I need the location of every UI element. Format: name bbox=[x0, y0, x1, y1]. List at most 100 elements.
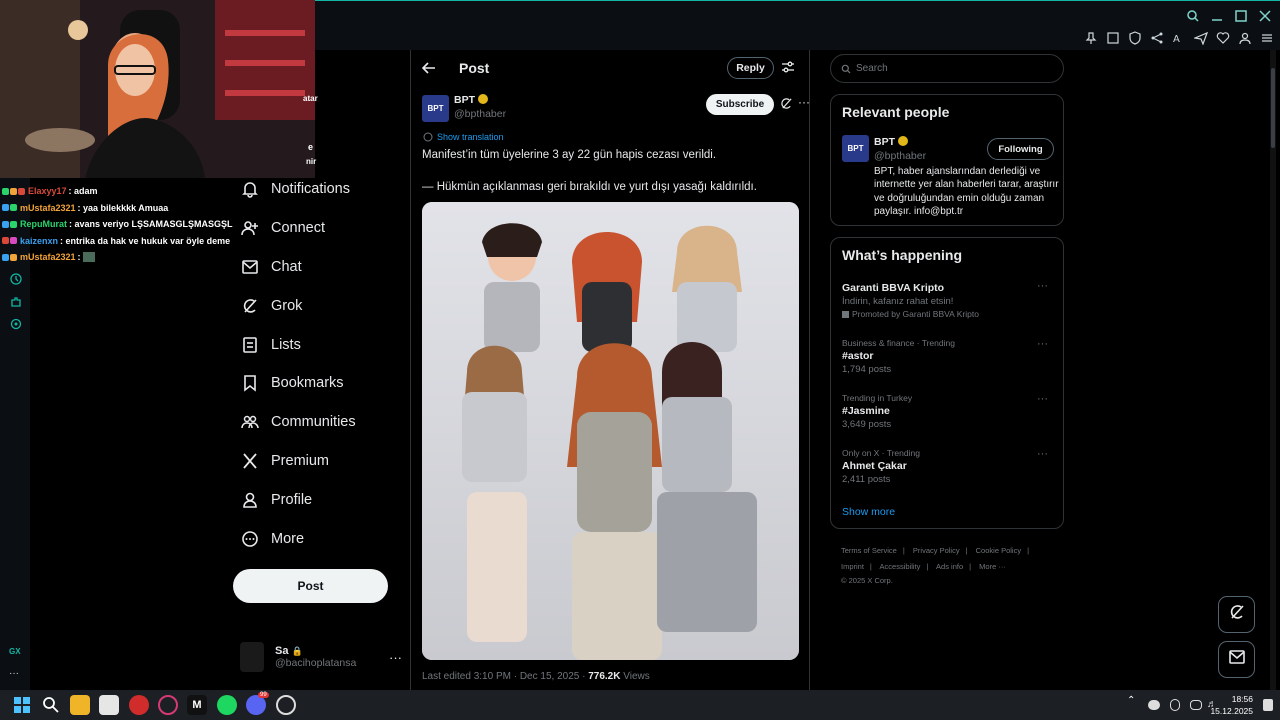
system-clock[interactable]: 18:56 15.12.2025 bbox=[1210, 693, 1253, 717]
file-explorer-icon[interactable] bbox=[70, 695, 90, 715]
extensions-icon[interactable] bbox=[9, 295, 23, 309]
account-handle: @bacihoplatansa bbox=[275, 657, 357, 669]
search-input[interactable]: Search bbox=[830, 54, 1064, 83]
heart-icon[interactable] bbox=[1216, 31, 1230, 45]
show-translation-link[interactable]: Show translation bbox=[423, 132, 504, 142]
tray-chevron-icon[interactable]: ⌃ bbox=[1127, 695, 1139, 715]
grok-icon bbox=[241, 297, 259, 315]
trend-category: Trending in Turkey bbox=[842, 393, 913, 403]
nav-label: Lists bbox=[271, 336, 301, 353]
footer-link[interactable]: More ··· bbox=[979, 562, 1006, 571]
nav-label: Communities bbox=[271, 414, 356, 431]
trend-name: #Jasmine bbox=[842, 405, 890, 417]
scrollbar-thumb[interactable] bbox=[1271, 68, 1275, 148]
snapshot-icon[interactable] bbox=[1106, 31, 1120, 45]
back-arrow-icon[interactable] bbox=[421, 60, 437, 76]
trend-item[interactable]: Trending in Turkey #Jasmine 3,649 posts … bbox=[842, 393, 1054, 430]
gx-logo-icon[interactable]: GX bbox=[9, 647, 23, 661]
cloud-icon[interactable] bbox=[1148, 700, 1160, 710]
author-avatar[interactable]: BPT bbox=[422, 95, 449, 122]
person-handle[interactable]: @bpthaber bbox=[874, 150, 926, 162]
reply-button[interactable]: Reply bbox=[727, 57, 774, 79]
nav-profile[interactable]: Profile bbox=[233, 480, 403, 519]
trend-more-icon[interactable]: ··· bbox=[1037, 448, 1048, 460]
nav-label: Notifications bbox=[271, 181, 350, 198]
footer-separator: | bbox=[965, 546, 968, 555]
windows-start-icon[interactable] bbox=[12, 695, 32, 715]
settings-icon[interactable] bbox=[9, 317, 23, 331]
spotify-icon[interactable] bbox=[217, 695, 237, 715]
maximize-icon[interactable] bbox=[1234, 9, 1248, 23]
account-switcher[interactable]: Sa 🔒 @bacihoplatansa ··· bbox=[240, 641, 402, 673]
footer-link[interactable]: Privacy Policy bbox=[913, 546, 960, 555]
minimize-icon[interactable] bbox=[1210, 9, 1224, 23]
trend-count: 3,649 posts bbox=[842, 419, 892, 430]
menu-icon[interactable] bbox=[1260, 31, 1274, 45]
microphone-icon[interactable] bbox=[1170, 699, 1180, 711]
chat-message: Elaxyy17 : adam bbox=[0, 183, 240, 200]
author-handle[interactable]: @bpthaber bbox=[454, 108, 506, 120]
sliders-icon[interactable] bbox=[781, 60, 795, 74]
overlay-fragment: e bbox=[308, 142, 314, 152]
compose-post-button[interactable]: Post bbox=[233, 569, 388, 603]
trend-item[interactable]: Only on X · Trending Ahmet Çakar 2,411 p… bbox=[842, 448, 1054, 485]
author-name[interactable]: BPT bbox=[454, 94, 488, 106]
nav-more[interactable]: More bbox=[233, 519, 403, 558]
trend-more-icon[interactable]: ··· bbox=[1037, 393, 1048, 405]
opera-gx-icon[interactable] bbox=[158, 695, 178, 715]
nav-chat[interactable]: Chat bbox=[233, 248, 403, 287]
nav-grok[interactable]: Grok bbox=[233, 286, 403, 325]
person-name[interactable]: BPT bbox=[874, 136, 908, 148]
relevant-people-card: Relevant people BPT BPT @bpthaber Follow… bbox=[830, 94, 1064, 226]
app-m-icon[interactable]: M bbox=[187, 695, 207, 715]
trend-subtitle: İndirin, kafanız rahat etsin! bbox=[842, 296, 954, 307]
display-icon[interactable] bbox=[1190, 700, 1202, 710]
clock-date: 15.12.2025 bbox=[1210, 706, 1253, 716]
trend-item[interactable]: Business & finance · Trending #astor 1,7… bbox=[842, 338, 1054, 375]
trend-more-icon[interactable]: ··· bbox=[1037, 280, 1048, 292]
footer-link[interactable]: Accessibility bbox=[880, 562, 921, 571]
post-more-icon[interactable]: ··· bbox=[798, 95, 810, 109]
footer-row: Imprint | Accessibility | Ads info | More ·… bbox=[841, 559, 1061, 575]
send-icon[interactable] bbox=[1194, 31, 1208, 45]
chat-message: RepuMurat : avans veriyo LŞSAMASGLŞMASGŞ… bbox=[0, 216, 240, 233]
pin-icon[interactable] bbox=[1084, 31, 1098, 45]
close-icon[interactable] bbox=[1258, 9, 1272, 23]
avatar[interactable]: BPT bbox=[842, 135, 869, 162]
trend-item[interactable]: Garanti BBVA Kripto İndirin, kafanız rah… bbox=[842, 280, 1054, 319]
shield-icon[interactable] bbox=[1128, 31, 1142, 45]
following-button[interactable]: Following bbox=[987, 138, 1054, 160]
history-icon[interactable] bbox=[9, 272, 23, 286]
search-icon[interactable] bbox=[1186, 9, 1200, 23]
search-icon[interactable] bbox=[41, 695, 61, 715]
post-author: BPT BPT @bpthaber Subscribe ··· bbox=[422, 93, 810, 123]
post-image[interactable] bbox=[422, 202, 799, 660]
show-more-link[interactable]: Show more bbox=[842, 506, 895, 518]
profile-icon[interactable] bbox=[1238, 31, 1252, 45]
nav-connect[interactable]: Connect bbox=[233, 209, 403, 248]
more-dots-icon[interactable]: ··· bbox=[9, 668, 23, 682]
footer-link[interactable]: Ads info bbox=[936, 562, 963, 571]
share-icon[interactable] bbox=[1150, 31, 1164, 45]
footer-link[interactable]: Cookie Policy bbox=[976, 546, 1021, 555]
trend-more-icon[interactable]: ··· bbox=[1037, 338, 1048, 350]
nav-lists[interactable]: Lists bbox=[233, 325, 403, 364]
translate-icon[interactable]: A bbox=[1172, 31, 1186, 45]
account-more-icon[interactable]: ··· bbox=[389, 650, 402, 665]
nav-bookmarks[interactable]: Bookmarks bbox=[233, 364, 403, 403]
messages-fab[interactable] bbox=[1218, 641, 1255, 678]
footer-link[interactable]: Terms of Service bbox=[841, 546, 897, 555]
footer-link[interactable]: Imprint bbox=[841, 562, 864, 571]
subscribe-button[interactable]: Subscribe bbox=[706, 94, 774, 115]
grok-fab[interactable] bbox=[1218, 596, 1255, 633]
nav-communities[interactable]: Communities bbox=[233, 403, 403, 442]
steam-icon[interactable] bbox=[276, 695, 296, 715]
app-icon[interactable] bbox=[129, 695, 149, 715]
trend-category: Business & finance · Trending bbox=[842, 338, 955, 348]
nav-premium[interactable]: Premium bbox=[233, 442, 403, 481]
page-scrollbar[interactable] bbox=[1270, 50, 1276, 690]
grok-icon[interactable] bbox=[780, 97, 793, 110]
notifications-icon[interactable] bbox=[1263, 699, 1273, 711]
discord-icon[interactable] bbox=[246, 695, 266, 715]
snipping-tool-icon[interactable] bbox=[99, 695, 119, 715]
